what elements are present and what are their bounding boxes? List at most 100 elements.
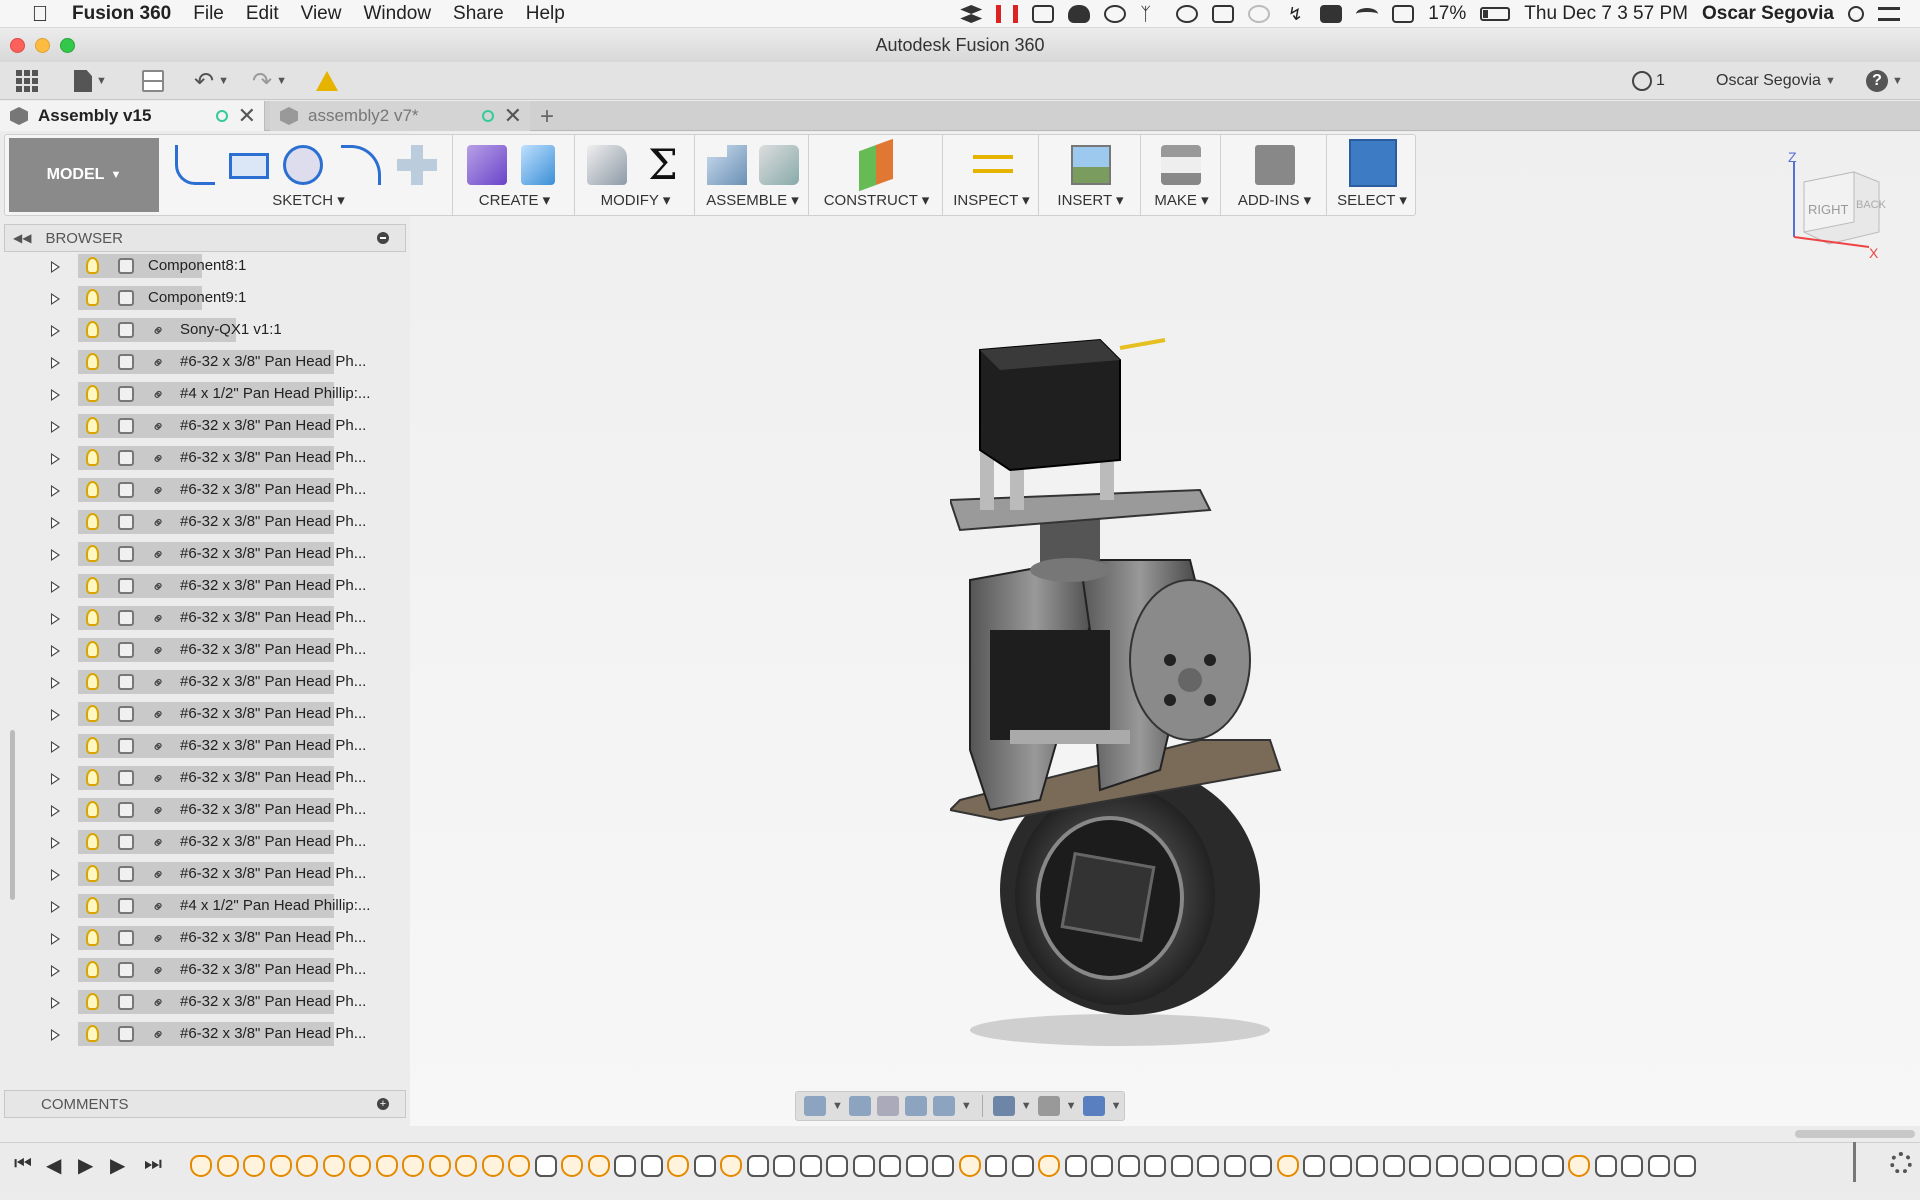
- browser-tree-item[interactable]: ⚭ #6-32 x 3/8" Pan Head Ph...: [4, 958, 406, 984]
- offset-plane-icon[interactable]: [859, 138, 893, 192]
- extrude-icon[interactable]: [521, 145, 555, 185]
- browser-tree-item[interactable]: ⚭ #6-32 x 3/8" Pan Head Ph...: [4, 350, 406, 376]
- timeline-scrollbar[interactable]: [1795, 1130, 1915, 1138]
- timeline-rigid-group-icon[interactable]: [1329, 1155, 1352, 1177]
- timeline-rigid-group-icon[interactable]: [1197, 1155, 1219, 1177]
- wifi-icon[interactable]: [1356, 8, 1379, 20]
- close-icon[interactable]: ✕: [504, 103, 522, 129]
- timeline-rigid-group-icon[interactable]: [932, 1155, 954, 1177]
- browser-tree-item[interactable]: ⚭ #6-32 x 3/8" Pan Head Ph...: [4, 1022, 406, 1048]
- measure-icon[interactable]: [973, 155, 1013, 173]
- timeline-rigid-group-icon[interactable]: [852, 1155, 875, 1177]
- bluetooth-icon[interactable]: ↯: [1284, 5, 1306, 23]
- visibility-bulb-icon[interactable]: [86, 1025, 99, 1042]
- viewcube-face-back[interactable]: BACK: [1856, 199, 1887, 211]
- new-tab-button[interactable]: +: [540, 103, 554, 131]
- expand-arrow-icon[interactable]: [51, 677, 60, 689]
- inspect-menu[interactable]: INSPECT ▾: [945, 191, 1038, 209]
- battery-icon[interactable]: [1480, 7, 1511, 21]
- timeline-joint-icon[interactable]: [958, 1155, 981, 1177]
- timeline-joint-icon[interactable]: [375, 1155, 398, 1177]
- viewcube-face-right[interactable]: RIGHT: [1808, 202, 1849, 217]
- visibility-bulb-icon[interactable]: [86, 833, 99, 850]
- browser-tree-item[interactable]: ⚭ #6-32 x 3/8" Pan Head Ph...: [4, 830, 406, 856]
- visibility-bulb-icon[interactable]: [86, 545, 99, 562]
- time-machine-icon[interactable]: [1248, 5, 1271, 23]
- save-button[interactable]: [142, 69, 164, 93]
- view-cube[interactable]: RIGHT BACK Z X: [1784, 152, 1894, 262]
- redo-button[interactable]: ↷ ▼: [252, 68, 287, 95]
- visibility-bulb-icon[interactable]: [86, 481, 99, 498]
- browser-tree-item[interactable]: ⚭ #6-32 x 3/8" Pan Head Ph...: [4, 990, 406, 1016]
- timeline-joint-icon[interactable]: [720, 1155, 742, 1177]
- timeline-rigid-group-icon[interactable]: [1541, 1155, 1564, 1177]
- timeline-rigid-group-icon[interactable]: [1303, 1155, 1325, 1177]
- new-component-icon[interactable]: [707, 145, 747, 185]
- move-icon[interactable]: [397, 145, 437, 185]
- chevron-down-icon[interactable]: ▼: [1111, 1100, 1122, 1112]
- timeline-rigid-group-icon[interactable]: [1011, 1155, 1034, 1177]
- timeline-rigid-group-icon[interactable]: [1515, 1155, 1537, 1177]
- browser-tree-item[interactable]: Component9:1: [4, 286, 406, 312]
- timeline-rigid-group-icon[interactable]: [1594, 1155, 1617, 1177]
- expand-arrow-icon[interactable]: [51, 869, 60, 881]
- chevron-down-icon[interactable]: ▼: [961, 1100, 972, 1112]
- insert-menu[interactable]: INSERT ▾: [1041, 191, 1140, 209]
- pause-icon[interactable]: [996, 5, 1019, 23]
- timeline-rigid-group-icon[interactable]: [1064, 1155, 1087, 1177]
- timeline-rigid-group-icon[interactable]: [905, 1155, 928, 1177]
- line-icon[interactable]: [175, 145, 215, 185]
- modify-group[interactable]: Σ MODIFY ▾: [577, 135, 695, 215]
- timeline-joint-icon[interactable]: [296, 1155, 318, 1177]
- expand-arrow-icon[interactable]: [51, 709, 60, 721]
- visibility-bulb-icon[interactable]: [86, 961, 99, 978]
- sketch-group[interactable]: SKETCH ▾: [165, 135, 453, 215]
- expand-arrow-icon[interactable]: [51, 773, 60, 785]
- zoom-window-button[interactable]: [60, 38, 75, 53]
- visibility-bulb-icon[interactable]: [86, 513, 99, 530]
- orbit-icon[interactable]: [804, 1096, 826, 1116]
- menu-window[interactable]: Window: [363, 3, 431, 25]
- timeline-play-button[interactable]: ▶: [78, 1153, 93, 1179]
- parameters-icon[interactable]: Σ: [643, 144, 683, 186]
- help-button[interactable]: ? ▼: [1866, 69, 1903, 93]
- expand-arrow-icon[interactable]: [51, 581, 60, 593]
- add-ins-menu[interactable]: ADD-INS ▾: [1223, 191, 1326, 209]
- joint-icon[interactable]: [759, 145, 799, 185]
- expand-arrow-icon[interactable]: [51, 485, 60, 497]
- rectangle-icon[interactable]: [229, 153, 269, 179]
- timeline-rigid-group-icon[interactable]: [1647, 1155, 1670, 1177]
- browser-tree-item[interactable]: ⚭ #6-32 x 3/8" Pan Head Ph...: [4, 766, 406, 792]
- visibility-bulb-icon[interactable]: [86, 385, 99, 402]
- timeline-joint-icon[interactable]: [455, 1155, 477, 1177]
- assemble-group[interactable]: ASSEMBLE ▾: [697, 135, 809, 215]
- expand-arrow-icon[interactable]: [51, 741, 60, 753]
- timeline-rigid-group-icon[interactable]: [1144, 1155, 1166, 1177]
- browser-tree-item[interactable]: ⚭ #6-32 x 3/8" Pan Head Ph...: [4, 638, 406, 664]
- menu-view[interactable]: View: [301, 3, 342, 25]
- 3d-print-icon[interactable]: [1161, 145, 1201, 185]
- timeline-rigid-group-icon[interactable]: [1435, 1155, 1458, 1177]
- dropbox-icon[interactable]: [960, 5, 983, 23]
- form-icon[interactable]: [467, 145, 507, 185]
- add-ins-group[interactable]: ADD-INS ▾: [1223, 135, 1327, 215]
- pan-icon[interactable]: [876, 1096, 899, 1116]
- browser-tree-item[interactable]: ⚭ #6-32 x 3/8" Pan Head Ph...: [4, 510, 406, 536]
- timeline-joint-icon[interactable]: [1276, 1155, 1299, 1177]
- timeline-rigid-group-icon[interactable]: [640, 1155, 663, 1177]
- timeline-joint-icon[interactable]: [667, 1155, 689, 1177]
- expand-arrow-icon[interactable]: [51, 549, 60, 561]
- look-at-icon[interactable]: [848, 1096, 871, 1116]
- file-menu-button[interactable]: ▼: [74, 69, 107, 93]
- timeline-rigid-group-icon[interactable]: [534, 1155, 557, 1177]
- menu-help[interactable]: Help: [526, 3, 565, 25]
- browser-tree-item[interactable]: ⚭ #6-32 x 3/8" Pan Head Ph...: [4, 670, 406, 696]
- visibility-bulb-icon[interactable]: [86, 865, 99, 882]
- screenshot-icon[interactable]: [1032, 5, 1055, 23]
- browser-tree-item[interactable]: ⚭ #6-32 x 3/8" Pan Head Ph...: [4, 606, 406, 632]
- visibility-bulb-icon[interactable]: [86, 257, 99, 274]
- visibility-bulb-icon[interactable]: [86, 897, 99, 914]
- construct-menu[interactable]: CONSTRUCT ▾: [811, 191, 942, 209]
- timeline-joint-icon[interactable]: [322, 1155, 345, 1177]
- job-status-button[interactable]: 1: [1632, 69, 1665, 93]
